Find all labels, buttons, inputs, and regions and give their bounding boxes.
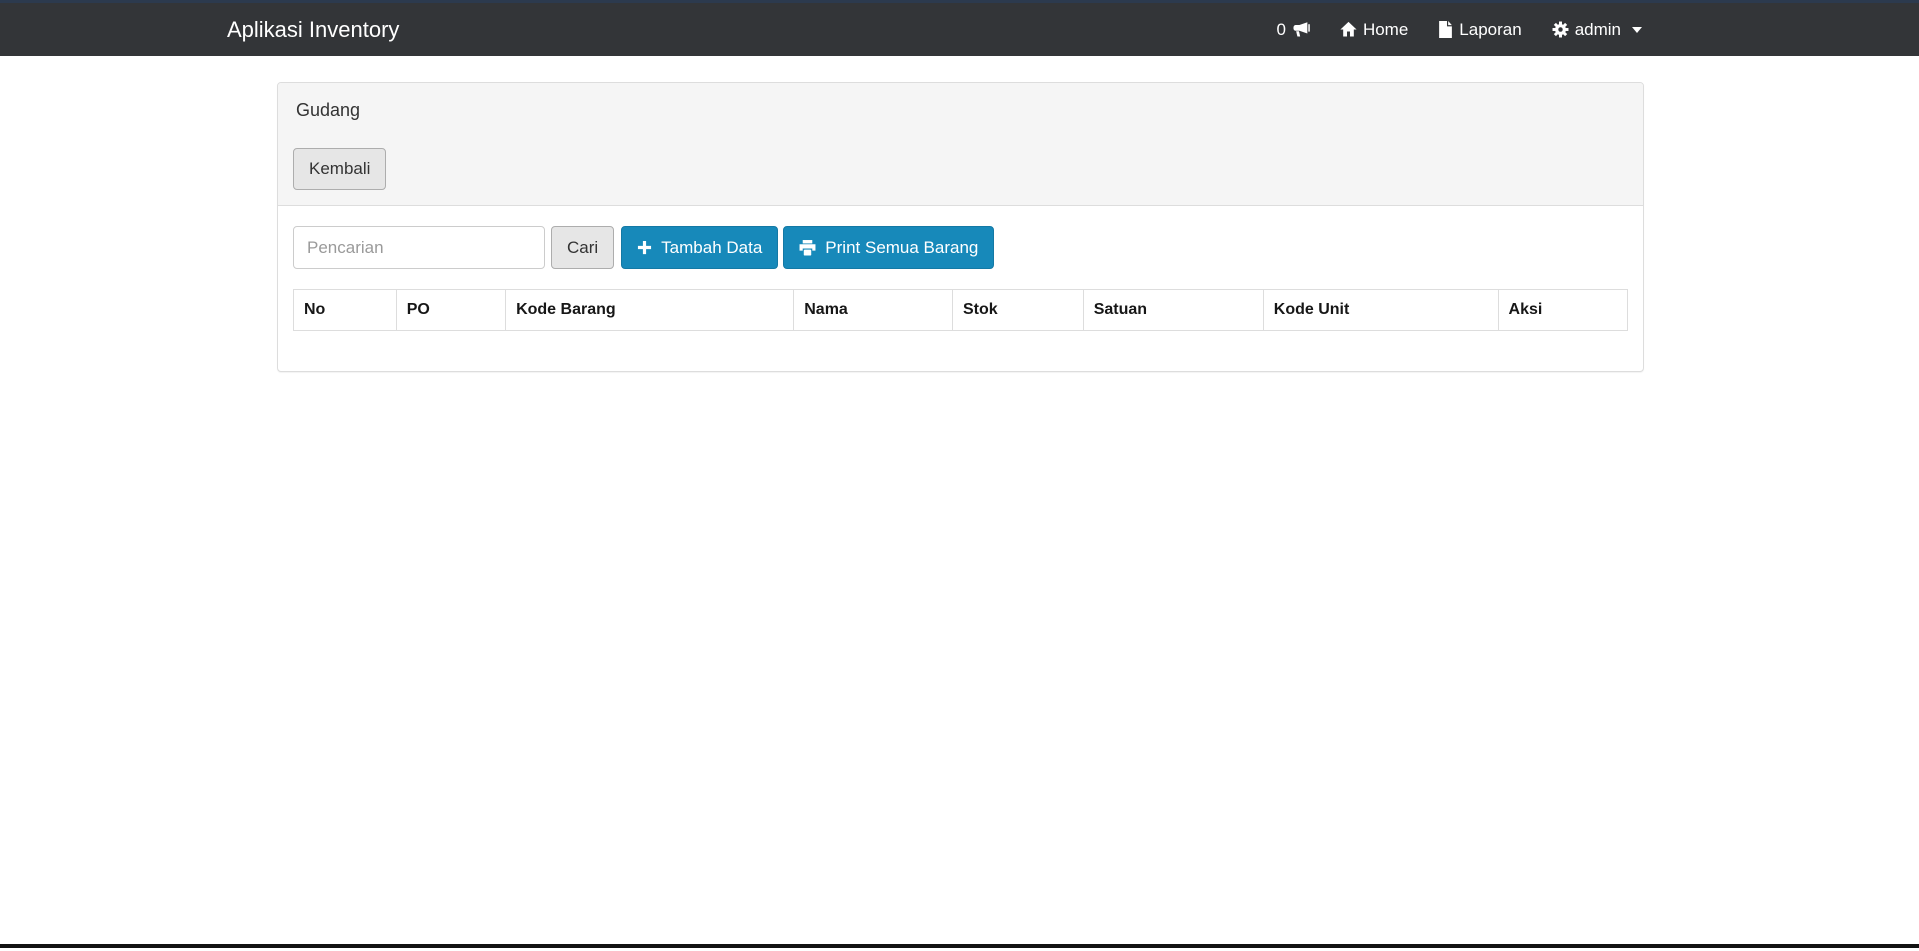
inventory-table: No PO Kode Barang Nama Stok Satuan Kode … bbox=[293, 289, 1629, 331]
nav-laporan-label: Laporan bbox=[1459, 19, 1522, 39]
add-data-label: Tambah Data bbox=[661, 237, 763, 257]
nav-home-label: Home bbox=[1362, 19, 1409, 39]
nav-home[interactable]: Home bbox=[1325, 3, 1423, 56]
nav-admin-dropdown[interactable]: admin bbox=[1537, 3, 1657, 56]
col-po: PO bbox=[395, 289, 507, 331]
app-brand[interactable]: Aplikasi Inventory bbox=[227, 3, 399, 56]
plus-icon bbox=[637, 240, 652, 255]
panel-body: Cari Tambah Data bbox=[278, 206, 1643, 371]
gear-icon bbox=[1552, 21, 1569, 38]
bullhorn-icon bbox=[1292, 21, 1310, 38]
nav-notifications[interactable]: 0 bbox=[1261, 3, 1324, 56]
col-nama: Nama bbox=[793, 289, 953, 331]
print-all-button[interactable]: Print Semua Barang bbox=[783, 226, 995, 269]
gudang-panel: Gudang Kembali Cari Tambah Data bbox=[277, 82, 1644, 372]
page-title: Gudang bbox=[296, 100, 361, 120]
notification-count: 0 bbox=[1276, 19, 1286, 39]
navbar-menu: 0 Home Laporan admin bbox=[1261, 3, 1657, 56]
screen-bottom-edge bbox=[0, 944, 1919, 948]
toolbar: Cari Tambah Data bbox=[293, 226, 1628, 269]
col-kode-unit: Kode Unit bbox=[1262, 289, 1499, 331]
col-satuan: Satuan bbox=[1082, 289, 1264, 331]
col-stok: Stok bbox=[951, 289, 1084, 331]
caret-down-icon bbox=[1632, 26, 1642, 33]
table-header-row: No PO Kode Barang Nama Stok Satuan Kode … bbox=[293, 289, 1629, 331]
print-all-label: Print Semua Barang bbox=[825, 237, 979, 257]
file-icon bbox=[1438, 21, 1453, 38]
nav-admin-label: admin bbox=[1574, 19, 1621, 39]
back-button[interactable]: Kembali bbox=[293, 148, 387, 190]
printer-icon bbox=[799, 239, 816, 256]
add-data-button[interactable]: Tambah Data bbox=[621, 226, 779, 269]
col-kode-barang: Kode Barang bbox=[505, 289, 795, 331]
home-icon bbox=[1340, 21, 1357, 38]
search-button[interactable]: Cari bbox=[551, 226, 615, 269]
navbar: Aplikasi Inventory 0 Home Laporan admin bbox=[0, 0, 1919, 56]
nav-laporan[interactable]: Laporan bbox=[1423, 3, 1536, 56]
panel-heading: Gudang Kembali bbox=[278, 83, 1643, 206]
search-input[interactable] bbox=[293, 226, 545, 269]
col-aksi: Aksi bbox=[1497, 289, 1629, 331]
col-no: No bbox=[293, 289, 397, 331]
